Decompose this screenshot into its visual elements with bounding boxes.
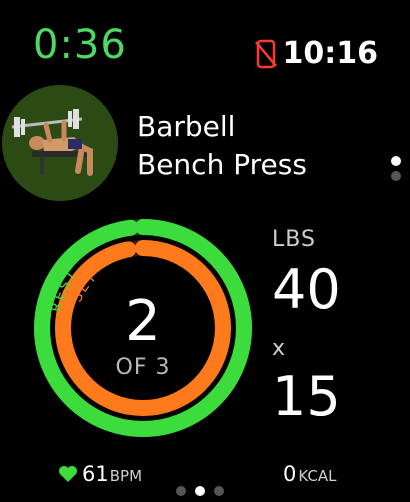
exercise-name-line2: Bench Press [137, 148, 307, 181]
reps-value[interactable]: 15 [272, 365, 341, 428]
current-set-number: 2 [125, 289, 161, 354]
elapsed-timer: 0:36 [33, 22, 127, 68]
clock: 10:16 [282, 36, 379, 71]
set-progress-rings: REST SET 2 OF 3 [32, 217, 254, 439]
exercise-image [2, 85, 118, 201]
calories-value: 0 [283, 462, 297, 486]
page-dot-active [195, 486, 205, 496]
vertical-page-dot [391, 171, 401, 181]
page-dot [214, 486, 224, 496]
heart-rate: 61BPM [82, 462, 142, 486]
page-dot [176, 486, 186, 496]
exercise-name: Barbell Bench Press [137, 108, 307, 184]
status-bar: 10:16 [254, 36, 379, 71]
calories-unit: KCAL [298, 467, 337, 485]
set-total-label: OF 3 [115, 355, 171, 380]
vertical-page-indicator[interactable] [391, 156, 403, 186]
bench-press-figure-icon [11, 109, 93, 176]
horizontal-page-indicator[interactable] [176, 486, 224, 496]
heart-rate-value: 61 [82, 462, 109, 486]
weight-unit: LBS [272, 227, 316, 252]
weight-value[interactable]: 40 [272, 258, 341, 321]
calories: 0 KCAL [283, 462, 336, 486]
heart-rate-unit: BPM [109, 467, 143, 485]
exercise-name-line1: Barbell [137, 110, 236, 143]
vertical-page-dot-active [391, 156, 401, 166]
heart-icon [59, 466, 77, 482]
phone-disconnected-icon [254, 39, 277, 68]
times-symbol: x [272, 336, 286, 361]
